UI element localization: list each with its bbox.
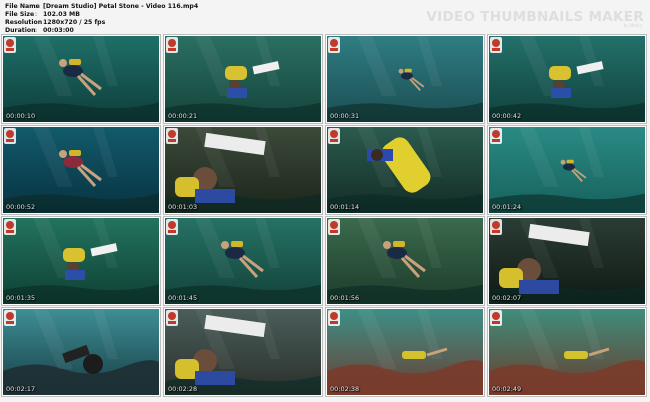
duration-label: Duration xyxy=(5,27,36,34)
timestamp: 00:00:52 xyxy=(6,203,36,211)
timestamp: 00:00:21 xyxy=(168,112,198,120)
studio-logo-icon xyxy=(328,128,340,144)
thumbnail-frame xyxy=(165,309,321,395)
file-size-row: File Size: 102.03 MB xyxy=(5,11,198,19)
separator: : xyxy=(35,3,38,10)
video-thumbnail[interactable]: 00:00:42 xyxy=(488,35,646,123)
studio-logo-icon xyxy=(166,310,178,326)
studio-logo-icon xyxy=(166,128,178,144)
video-thumbnail[interactable]: 00:01:14 xyxy=(326,126,484,214)
brand-subtitle: by Media xyxy=(623,23,642,28)
studio-logo-icon xyxy=(166,219,178,235)
timestamp: 00:00:10 xyxy=(6,112,36,120)
timestamp: 00:02:28 xyxy=(168,385,198,393)
thumbnail-frame xyxy=(489,309,645,395)
thumbnail-frame xyxy=(3,309,159,395)
thumbnail-frame xyxy=(165,36,321,122)
file-name-value: [Dream Studio] Petal Stone - Video 116.m… xyxy=(43,3,199,10)
thumbnail-frame xyxy=(3,218,159,304)
studio-logo-icon xyxy=(490,219,502,235)
timestamp: 00:01:03 xyxy=(168,203,198,211)
studio-logo-icon xyxy=(490,128,502,144)
video-thumbnail[interactable]: 00:01:24 xyxy=(488,126,646,214)
video-thumbnail[interactable]: 00:02:17 xyxy=(2,308,160,396)
timestamp: 00:02:07 xyxy=(492,294,522,302)
video-thumbnail[interactable]: 00:01:35 xyxy=(2,217,160,305)
file-name-label: File Name xyxy=(5,3,40,10)
thumbnail-frame xyxy=(327,309,483,395)
studio-logo-icon xyxy=(328,310,340,326)
studio-logo-icon xyxy=(4,219,16,235)
video-thumbnail[interactable]: 00:02:49 xyxy=(488,308,646,396)
studio-logo-icon xyxy=(4,310,16,326)
thumbnail-frame xyxy=(3,127,159,213)
thumbnail-grid: 00:00:10 00:00:21 00:00:31 00:00:42 00:00:52… xyxy=(2,35,648,400)
file-size-label: File Size xyxy=(5,11,35,18)
thumbnail-frame xyxy=(165,218,321,304)
timestamp: 00:01:45 xyxy=(168,294,198,302)
video-thumbnail[interactable]: 00:02:28 xyxy=(164,308,322,396)
file-size-value: 102.03 MB xyxy=(43,11,80,18)
video-thumbnail[interactable]: 00:00:52 xyxy=(2,126,160,214)
studio-logo-icon xyxy=(328,219,340,235)
studio-logo-icon xyxy=(490,37,502,53)
resolution-row: Resolution: 1280x720 / 25 fps xyxy=(5,19,198,27)
studio-logo-icon xyxy=(166,37,178,53)
video-thumbnail[interactable]: 00:02:38 xyxy=(326,308,484,396)
video-thumbnail[interactable]: 00:00:21 xyxy=(164,35,322,123)
brand-watermark: VIDEO THUMBNAILS MAKER xyxy=(426,9,644,25)
video-thumbnail[interactable]: 00:02:07 xyxy=(488,217,646,305)
timestamp: 00:01:35 xyxy=(6,294,36,302)
resolution-label: Resolution xyxy=(5,19,43,26)
file-name-row: File Name: [Dream Studio] Petal Stone - V… xyxy=(5,3,198,11)
thumbnail-frame xyxy=(327,127,483,213)
thumbnail-frame xyxy=(327,218,483,304)
studio-logo-icon xyxy=(4,37,16,53)
header: File Name: [Dream Studio] Petal Stone - V… xyxy=(0,0,650,34)
video-thumbnail[interactable]: 00:00:10 xyxy=(2,35,160,123)
video-thumbnail[interactable]: 00:01:56 xyxy=(326,217,484,305)
video-thumbnail[interactable]: 00:01:45 xyxy=(164,217,322,305)
thumbnail-frame xyxy=(489,36,645,122)
timestamp: 00:01:14 xyxy=(330,203,360,211)
timestamp: 00:01:56 xyxy=(330,294,360,302)
video-thumbnail[interactable]: 00:01:03 xyxy=(164,126,322,214)
studio-logo-icon xyxy=(328,37,340,53)
video-thumbnail[interactable]: 00:00:31 xyxy=(326,35,484,123)
timestamp: 00:02:17 xyxy=(6,385,36,393)
studio-logo-icon xyxy=(4,128,16,144)
studio-logo-icon xyxy=(490,310,502,326)
timestamp: 00:02:38 xyxy=(330,385,360,393)
thumbnail-frame xyxy=(3,36,159,122)
resolution-value: 1280x720 / 25 fps xyxy=(43,19,106,26)
timestamp: 00:01:24 xyxy=(492,203,522,211)
separator: : xyxy=(35,19,38,26)
separator: : xyxy=(35,27,38,34)
duration-row: Duration: 00:03:00 xyxy=(5,27,198,35)
thumbnail-frame xyxy=(327,36,483,122)
file-info: File Name: [Dream Studio] Petal Stone - V… xyxy=(5,3,198,35)
thumbnail-frame xyxy=(489,127,645,213)
timestamp: 00:00:42 xyxy=(492,112,522,120)
thumbnail-frame xyxy=(489,218,645,304)
duration-value: 00:03:00 xyxy=(43,27,74,34)
separator: : xyxy=(35,11,38,18)
timestamp: 00:02:49 xyxy=(492,385,522,393)
timestamp: 00:00:31 xyxy=(330,112,360,120)
thumbnail-frame xyxy=(165,127,321,213)
